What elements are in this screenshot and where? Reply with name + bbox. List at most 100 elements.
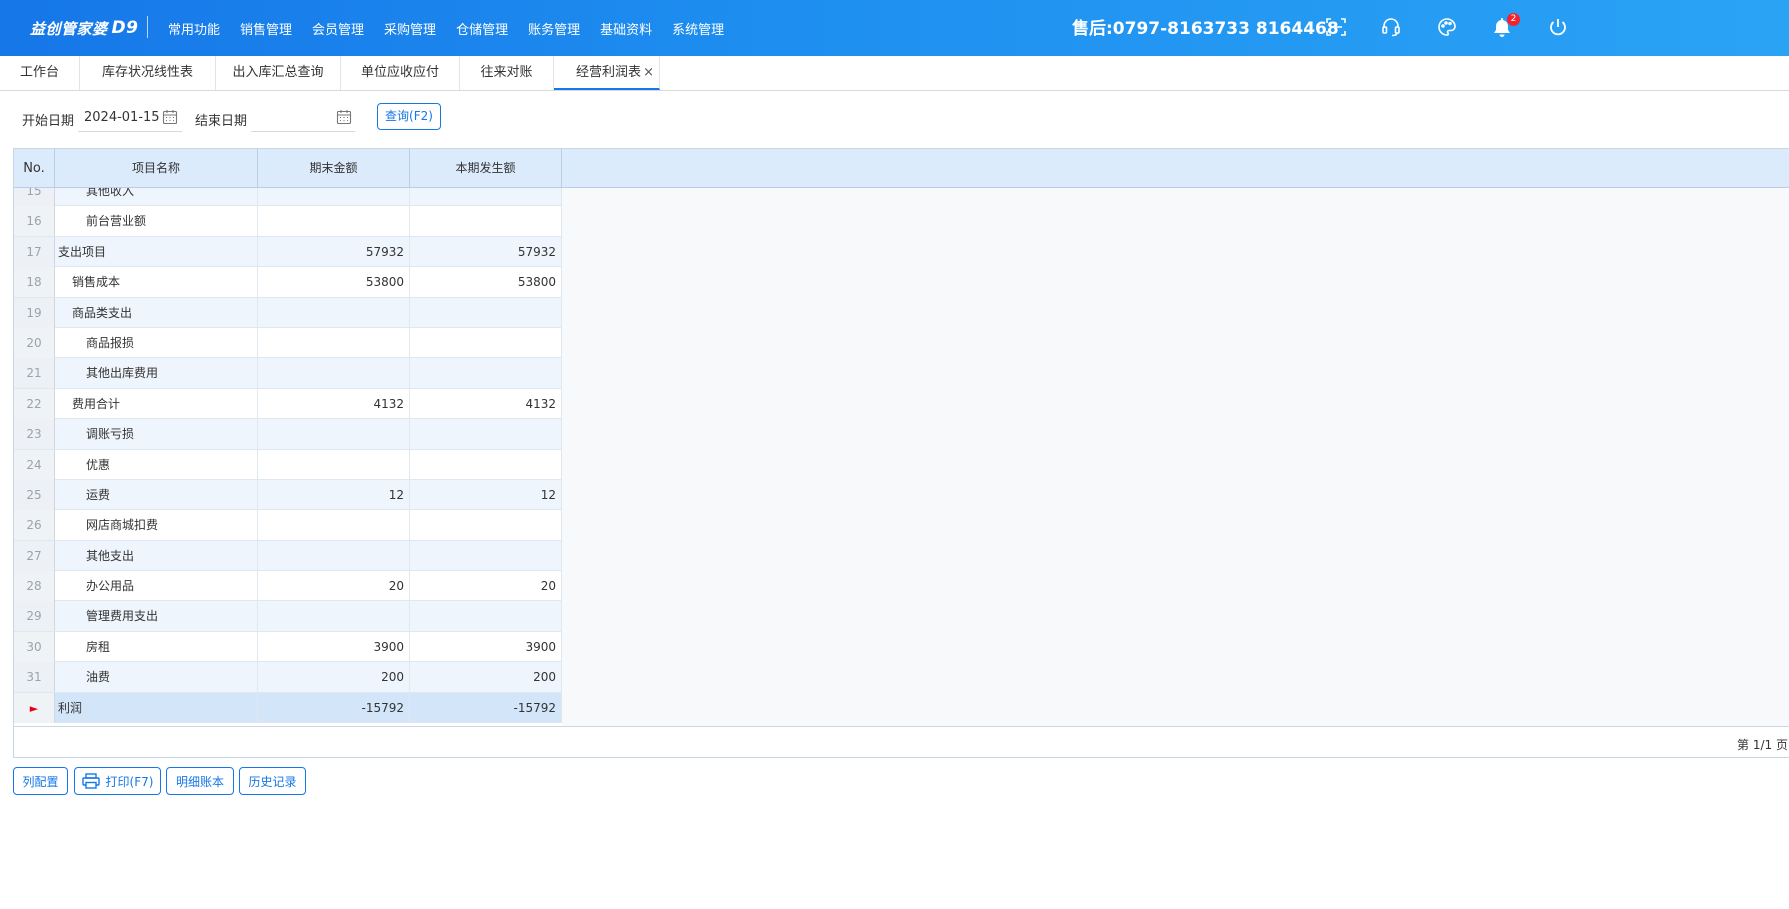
nav-item-common[interactable]: 常用功能 xyxy=(158,19,230,38)
period-amount-cell[interactable] xyxy=(410,601,562,632)
item-name-cell[interactable]: 油费 xyxy=(55,662,258,693)
end-amount-cell[interactable] xyxy=(258,510,410,541)
end-amount-cell[interactable]: -15792 xyxy=(258,692,410,723)
period-amount-cell[interactable]: 53800 xyxy=(410,267,562,298)
app-logo[interactable]: 益创管家婆 D9 xyxy=(30,14,138,42)
period-amount-cell[interactable] xyxy=(410,206,562,237)
column-config-button[interactable]: 列配置 xyxy=(13,767,68,795)
table-row[interactable]: 27 其他支出 xyxy=(14,540,562,572)
table-row[interactable]: 29 管理费用支出 xyxy=(14,601,562,632)
period-amount-cell[interactable]: -15792 xyxy=(410,692,562,723)
end-amount-cell[interactable] xyxy=(258,358,410,389)
item-name-cell[interactable]: 销售成本 xyxy=(55,267,258,298)
close-icon[interactable]: × xyxy=(643,56,654,90)
table-row[interactable]: 25 运费 12 12 xyxy=(14,479,562,511)
detail-ledger-button[interactable]: 明细账本 xyxy=(166,767,234,795)
end-amount-cell[interactable]: 20 xyxy=(258,571,410,602)
item-name-cell[interactable]: 商品类支出 xyxy=(55,297,258,328)
table-body[interactable]: 15 其他收入 16 前台营业额 17 支出项目 57932 57932 18 销售成本 53800… xyxy=(14,188,562,726)
end-amount-cell[interactable]: 53800 xyxy=(258,267,410,298)
table-row[interactable]: 28 办公用品 20 20 xyxy=(14,571,562,602)
item-name-cell[interactable]: 支出项目 xyxy=(55,236,258,267)
nav-item-basic-data[interactable]: 基础资料 xyxy=(590,19,662,38)
end-amount-cell[interactable]: 3900 xyxy=(258,631,410,662)
tab-profit-statement[interactable]: 经营利润表 × xyxy=(554,56,660,90)
end-amount-cell[interactable] xyxy=(258,188,410,206)
table-row[interactable]: 17 支出项目 57932 57932 xyxy=(14,236,562,268)
period-amount-cell[interactable]: 57932 xyxy=(410,236,562,267)
tab-inout-summary[interactable]: 出入库汇总查询 xyxy=(216,56,341,90)
nav-item-warehouse[interactable]: 仓储管理 xyxy=(446,19,518,38)
query-button[interactable]: 查询(F2) xyxy=(377,103,441,130)
headset-icon[interactable] xyxy=(1380,16,1402,38)
tab-receivable-payable[interactable]: 单位应收应付 xyxy=(341,56,460,90)
table-row[interactable]: 21 其他出库费用 xyxy=(14,358,562,389)
table-row[interactable]: 26 网店商城扣费 xyxy=(14,510,562,541)
period-amount-cell[interactable]: 3900 xyxy=(410,631,562,662)
nav-item-members[interactable]: 会员管理 xyxy=(302,19,374,38)
end-amount-cell[interactable]: 12 xyxy=(258,479,410,510)
tab-workbench[interactable]: 工作台 xyxy=(0,56,80,90)
period-amount-cell[interactable] xyxy=(410,327,562,358)
end-amount-cell[interactable]: 4132 xyxy=(258,388,410,419)
col-header-period-amount[interactable]: 本期发生额 xyxy=(410,149,562,188)
item-name-cell[interactable]: 其他收入 xyxy=(55,188,258,206)
table-row[interactable]: 23 调账亏损 xyxy=(14,419,562,450)
tab-reconciliation[interactable]: 往来对账 xyxy=(460,56,554,90)
end-amount-cell[interactable]: 57932 xyxy=(258,236,410,267)
bell-icon[interactable]: 2 xyxy=(1491,13,1520,38)
nav-item-system[interactable]: 系统管理 xyxy=(662,19,734,38)
period-amount-cell[interactable] xyxy=(410,510,562,541)
end-amount-cell[interactable] xyxy=(258,601,410,632)
item-name-cell[interactable]: 利润 xyxy=(55,692,258,723)
history-button[interactable]: 历史记录 xyxy=(239,767,306,795)
item-name-cell[interactable]: 其他支出 xyxy=(55,540,258,571)
tab-inventory-linear[interactable]: 库存状况线性表 xyxy=(80,56,216,90)
table-row[interactable]: 22 费用合计 4132 4132 xyxy=(14,388,562,420)
table-row-total[interactable]: ► 利润 -15792 -15792 xyxy=(14,692,562,724)
item-name-cell[interactable]: 商品报损 xyxy=(55,327,258,358)
calendar-icon[interactable] xyxy=(336,109,352,125)
end-amount-cell[interactable] xyxy=(258,297,410,328)
item-name-cell[interactable]: 前台营业额 xyxy=(55,206,258,237)
item-name-cell[interactable]: 管理费用支出 xyxy=(55,601,258,632)
item-name-cell[interactable]: 优惠 xyxy=(55,449,258,480)
end-amount-cell[interactable] xyxy=(258,540,410,571)
scan-icon[interactable] xyxy=(1325,16,1347,38)
period-amount-cell[interactable] xyxy=(410,419,562,450)
end-amount-cell[interactable] xyxy=(258,419,410,450)
period-amount-cell[interactable] xyxy=(410,297,562,328)
calendar-icon[interactable] xyxy=(162,109,178,125)
end-amount-cell[interactable] xyxy=(258,327,410,358)
table-row[interactable]: 20 商品报损 xyxy=(14,327,562,359)
item-name-cell[interactable]: 调账亏损 xyxy=(55,419,258,450)
nav-item-sales[interactable]: 销售管理 xyxy=(230,19,302,38)
period-amount-cell[interactable]: 200 xyxy=(410,662,562,693)
table-row[interactable]: 30 房租 3900 3900 xyxy=(14,631,562,663)
item-name-cell[interactable]: 费用合计 xyxy=(55,388,258,419)
table-row[interactable]: 16 前台营业额 xyxy=(14,206,562,237)
item-name-cell[interactable]: 其他出库费用 xyxy=(55,358,258,389)
nav-item-purchase[interactable]: 采购管理 xyxy=(374,19,446,38)
table-row[interactable]: 24 优惠 xyxy=(14,449,562,480)
item-name-cell[interactable]: 运费 xyxy=(55,479,258,510)
table-row[interactable]: 31 油费 200 200 xyxy=(14,662,562,693)
end-amount-cell[interactable] xyxy=(258,449,410,480)
col-header-no[interactable]: No. xyxy=(14,149,55,188)
period-amount-cell[interactable] xyxy=(410,358,562,389)
palette-icon[interactable] xyxy=(1436,16,1458,38)
table-row[interactable]: 18 销售成本 53800 53800 xyxy=(14,267,562,298)
print-button[interactable]: 打印(F7) xyxy=(74,767,161,795)
item-name-cell[interactable]: 办公用品 xyxy=(55,571,258,602)
item-name-cell[interactable]: 房租 xyxy=(55,631,258,662)
table-row[interactable]: 19 商品类支出 xyxy=(14,297,562,328)
end-amount-cell[interactable] xyxy=(258,206,410,237)
period-amount-cell[interactable]: 4132 xyxy=(410,388,562,419)
period-amount-cell[interactable] xyxy=(410,540,562,571)
end-amount-cell[interactable]: 200 xyxy=(258,662,410,693)
col-header-end-amount[interactable]: 期末金额 xyxy=(258,149,410,188)
power-icon[interactable] xyxy=(1547,16,1569,38)
period-amount-cell[interactable] xyxy=(410,188,562,206)
item-name-cell[interactable]: 网店商城扣费 xyxy=(55,510,258,541)
period-amount-cell[interactable]: 12 xyxy=(410,479,562,510)
